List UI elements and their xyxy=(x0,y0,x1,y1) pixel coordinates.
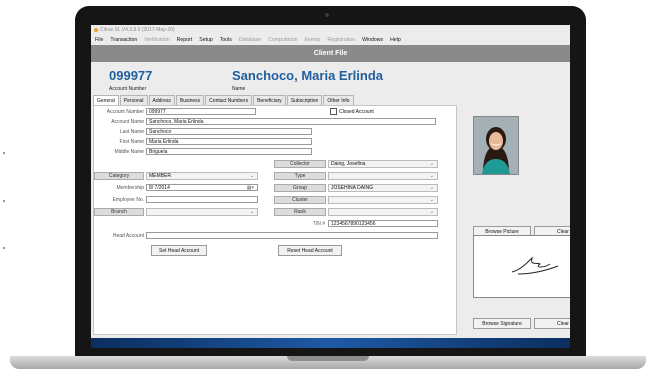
window-titlebar: Citrus SL V4.3.9.0 (2017-May-20) xyxy=(91,25,570,35)
tab-subscription[interactable]: Subscription xyxy=(286,95,323,105)
tin-label: TIN # xyxy=(312,221,325,227)
collector-button[interactable]: Collector xyxy=(274,160,326,168)
menu-tools[interactable]: Tools xyxy=(220,35,232,45)
first-name-label: First Name xyxy=(119,139,144,145)
menu-setup[interactable]: Setup xyxy=(199,35,213,45)
menu-help[interactable]: Help xyxy=(390,35,401,45)
menu-verification[interactable]: Verification xyxy=(144,35,169,45)
reset-head-account-button[interactable]: Reset Head Account xyxy=(278,245,342,256)
rank-select[interactable]: ⌄ xyxy=(328,208,438,216)
menu-file[interactable]: File xyxy=(95,35,103,45)
chevron-down-icon: ⌄ xyxy=(429,209,434,215)
chevron-down-icon: ⌄ xyxy=(249,173,254,179)
type-select[interactable]: ⌄ xyxy=(328,172,438,180)
menu-windows[interactable]: Windows xyxy=(362,35,383,45)
chevron-down-icon: ⌄ xyxy=(429,185,434,191)
membership-date-field[interactable]: 8/ 7/2014 ▦▾ xyxy=(146,184,258,191)
signature-image xyxy=(511,256,559,275)
menu-database[interactable]: Database xyxy=(239,35,261,45)
last-name-label: Last Name xyxy=(119,129,144,135)
membership-value: 8/ 7/2014 xyxy=(149,185,170,191)
client-portrait-image xyxy=(474,117,518,174)
employee-no-label: Employee No. xyxy=(112,197,144,203)
tab-address[interactable]: Address xyxy=(148,95,175,105)
tab-personal[interactable]: Personal xyxy=(119,95,148,105)
collector-value: Daing, Josefina xyxy=(331,161,366,167)
type-button[interactable]: Type xyxy=(274,172,326,180)
account-name-label: Account Name xyxy=(111,119,144,125)
branch-select[interactable]: ⌄ xyxy=(146,208,258,216)
app-screen: Citrus SL V4.3.9.0 (2017-May-20) File Tr… xyxy=(91,25,570,348)
branch-button[interactable]: Branch xyxy=(94,208,144,216)
closed-account-checkbox[interactable]: Closed Account xyxy=(330,108,374,115)
menu-bar: File Transaction Verification Report Set… xyxy=(91,35,570,45)
category-button[interactable]: Category xyxy=(94,172,144,180)
chevron-down-icon: ⌄ xyxy=(429,173,434,179)
laptop-notch xyxy=(287,356,369,361)
account-name-field[interactable]: Sanchoco, Maria Erlinda xyxy=(146,118,436,125)
tab-general[interactable]: General xyxy=(93,95,119,105)
app-logo-icon xyxy=(94,27,98,32)
window-title: Citrus SL V4.3.9.0 (2017-May-20) xyxy=(100,27,175,33)
cluster-select[interactable]: ⌄ xyxy=(328,196,438,204)
first-name-field[interactable]: Maria Erlinda xyxy=(146,138,312,145)
menu-registration[interactable]: Registration xyxy=(327,35,355,45)
client-name-display: Sanchoco, Maria Erlinda xyxy=(232,68,383,83)
cluster-button[interactable]: Cluster xyxy=(274,196,326,204)
rank-button[interactable]: Rank xyxy=(274,208,326,216)
menu-computation[interactable]: Computation xyxy=(268,35,297,45)
page-dot xyxy=(3,200,5,202)
middle-name-field[interactable]: Briguela xyxy=(146,148,312,155)
closed-account-label: Closed Account xyxy=(339,108,374,115)
tab-other-info[interactable]: Other Info xyxy=(323,95,354,105)
membership-label: Membership xyxy=(116,185,144,191)
tab-business[interactable]: Business xyxy=(175,95,205,105)
clear-signature-button[interactable]: Clear xyxy=(534,318,570,329)
employee-no-field[interactable] xyxy=(146,196,258,203)
head-account-label: Head Account xyxy=(112,233,144,239)
group-button[interactable]: Group xyxy=(274,184,326,192)
group-select[interactable]: JOSEHINA DAING ⌄ xyxy=(328,184,438,192)
general-form: Account Number 099977 Closed Account Acc… xyxy=(93,105,457,335)
account-number-display: 099977 xyxy=(109,68,153,83)
client-name-caption: Name xyxy=(232,86,246,92)
page-dot xyxy=(3,152,5,154)
menu-transaction[interactable]: Transaction xyxy=(110,35,137,45)
menu-events[interactable]: Events xyxy=(305,35,321,45)
collector-select[interactable]: Daing, Josefina ⌄ xyxy=(328,160,438,168)
calendar-icon[interactable]: ▦▾ xyxy=(247,185,254,192)
head-account-field[interactable] xyxy=(146,232,438,239)
middle-name-label: Middle Name xyxy=(114,149,144,155)
page-dot xyxy=(3,247,5,249)
tab-beneficiary[interactable]: Beneficiary xyxy=(253,95,286,105)
tab-strip: General Personal Address Business Contac… xyxy=(93,95,355,105)
webcam-dot xyxy=(325,13,329,17)
chevron-down-icon: ⌄ xyxy=(249,209,254,215)
tab-contact-numbers[interactable]: Contact Numbers xyxy=(205,95,253,105)
category-select[interactable]: MEMBER ⌄ xyxy=(146,172,258,180)
account-number-label: Account Number xyxy=(106,109,144,115)
page-title: Client File xyxy=(91,45,570,62)
tin-field[interactable]: 1234567890123456 xyxy=(328,220,438,227)
checkbox-icon xyxy=(330,108,337,115)
laptop-bezel: Citrus SL V4.3.9.0 (2017-May-20) File Tr… xyxy=(75,6,586,362)
client-photo xyxy=(473,116,519,175)
taskbar xyxy=(91,338,570,348)
set-head-account-button[interactable]: Set Head Account xyxy=(151,245,207,256)
account-number-field[interactable]: 099977 xyxy=(146,108,256,115)
category-value: MEMBER xyxy=(149,173,171,179)
account-number-caption: Account Number xyxy=(109,86,147,92)
signature-box xyxy=(473,235,570,298)
chevron-down-icon: ⌄ xyxy=(429,197,434,203)
menu-report[interactable]: Report xyxy=(177,35,193,45)
browse-signature-button[interactable]: Browse Signature xyxy=(473,318,531,329)
last-name-field[interactable]: Sanchoco xyxy=(146,128,312,135)
group-value: JOSEHINA DAING xyxy=(331,185,373,191)
chevron-down-icon: ⌄ xyxy=(429,161,434,167)
